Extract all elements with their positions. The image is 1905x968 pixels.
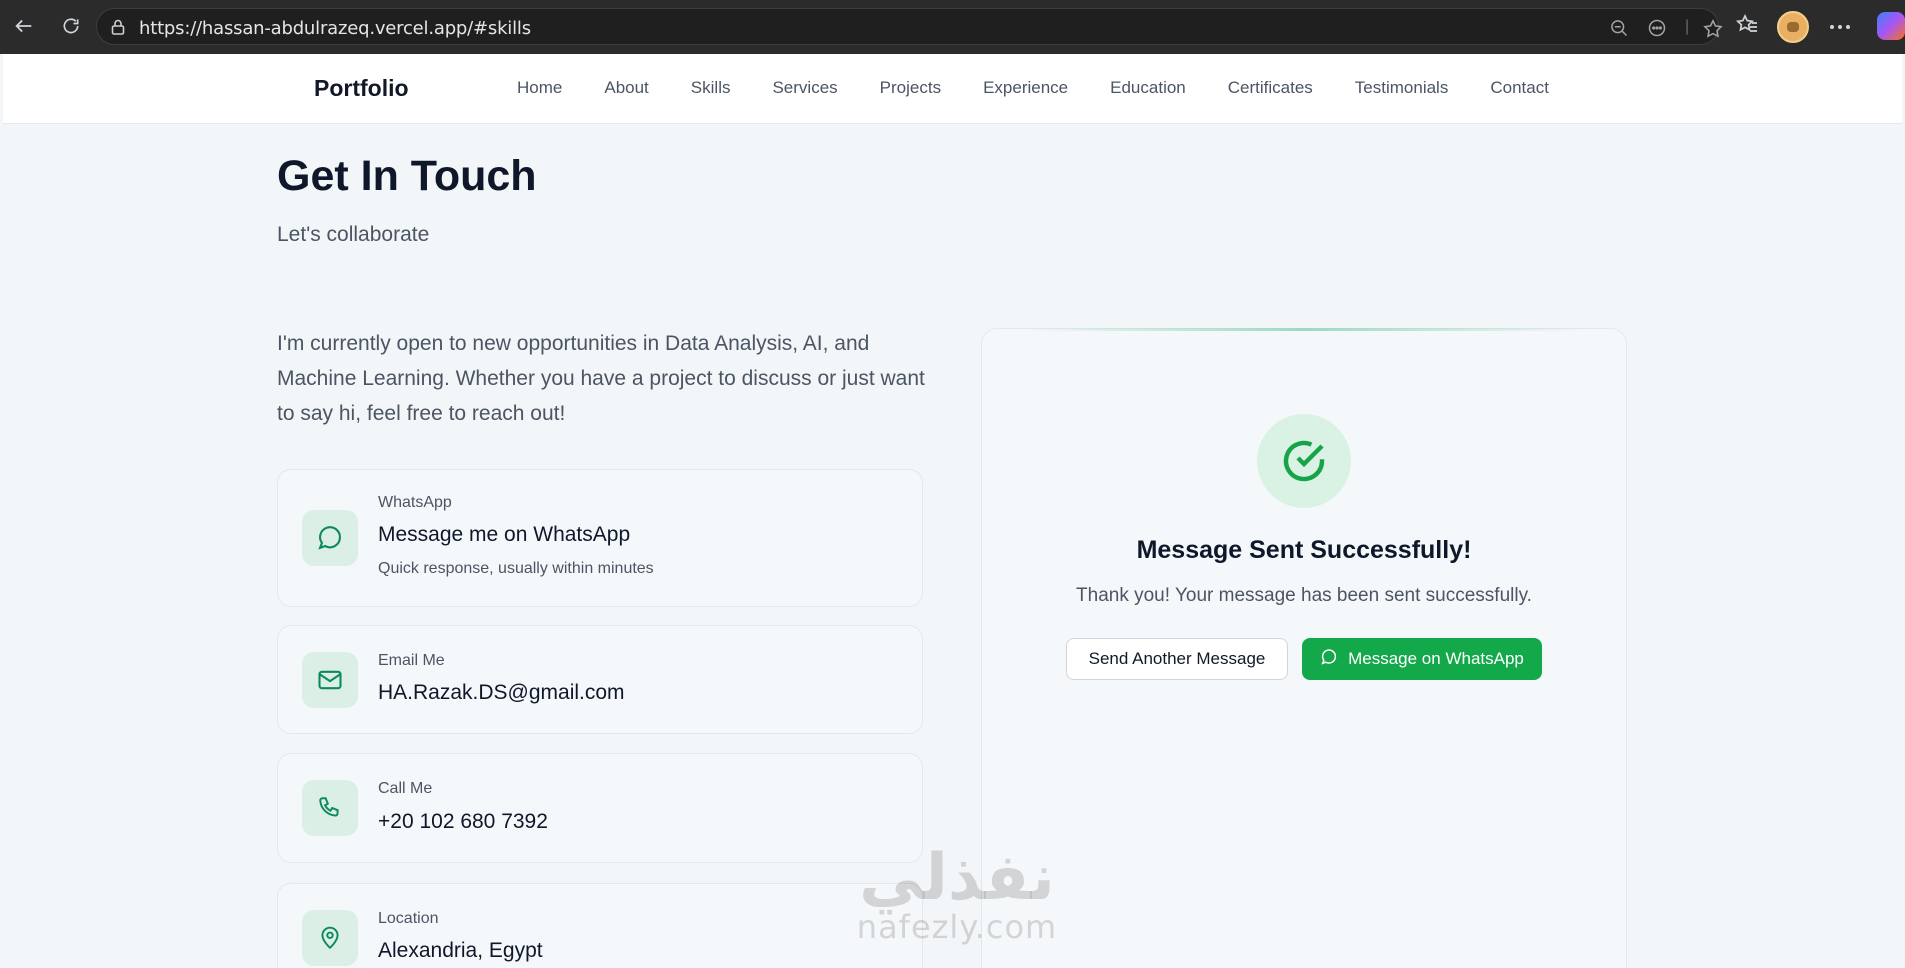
nav-link-projects[interactable]: Projects xyxy=(880,78,941,98)
whatsapp-icon xyxy=(302,510,358,566)
whatsapp-icon xyxy=(1320,648,1338,671)
card-value: +20 102 680 7392 xyxy=(378,810,548,833)
nav-link-experience[interactable]: Experience xyxy=(983,78,1068,98)
reading-icon[interactable] xyxy=(1647,18,1667,43)
site-navbar: Portfolio Home About Skills Services Pro… xyxy=(3,54,1902,124)
back-icon[interactable] xyxy=(10,12,38,40)
whatsapp-button-label: Message on WhatsApp xyxy=(1348,649,1524,668)
card-value: HA.Razak.DS@gmail.com xyxy=(378,681,625,704)
watermark-latin: nafezly.com xyxy=(856,908,1058,946)
check-circle-icon xyxy=(1257,414,1351,508)
phone-icon xyxy=(302,780,358,836)
section-title: Get In Touch xyxy=(277,152,537,200)
watermark: نفذلي nafezly.com xyxy=(842,846,1072,944)
card-note: Quick response, usually within minutes xyxy=(378,560,654,577)
nav-link-home[interactable]: Home xyxy=(517,78,562,98)
nav-link-services[interactable]: Services xyxy=(772,78,837,98)
mail-icon xyxy=(302,652,358,708)
nav-link-about[interactable]: About xyxy=(604,78,648,98)
lock-icon[interactable] xyxy=(111,19,125,40)
success-title: Message Sent Successfully! xyxy=(1136,536,1472,564)
card-label: Email Me xyxy=(378,652,445,669)
section-subtitle: Let's collaborate xyxy=(277,223,430,246)
copilot-icon[interactable] xyxy=(1877,12,1905,40)
whatsapp-button[interactable]: Message on WhatsApp xyxy=(1302,638,1542,680)
send-another-button[interactable]: Send Another Message xyxy=(1066,638,1288,680)
email-card[interactable]: Email Me HA.Razak.DS@gmail.com xyxy=(277,625,923,734)
divider: | xyxy=(1685,18,1690,35)
card-label: Location xyxy=(378,910,439,927)
star-icon[interactable] xyxy=(1702,18,1724,45)
browser-toolbar: https://hassan-abdulrazeq.vercel.app/#sk… xyxy=(0,0,1905,54)
brand-logo[interactable]: Portfolio xyxy=(314,75,409,102)
card-value: Alexandria, Egypt xyxy=(378,939,543,962)
card-label: WhatsApp xyxy=(378,494,452,511)
profile-avatar[interactable] xyxy=(1777,11,1809,43)
card-label: Call Me xyxy=(378,780,433,797)
nav-link-certificates[interactable]: Certificates xyxy=(1228,78,1313,98)
map-pin-icon xyxy=(302,910,358,966)
phone-card[interactable]: Call Me +20 102 680 7392 xyxy=(277,753,923,863)
whatsapp-card[interactable]: WhatsApp Message me on WhatsApp Quick re… xyxy=(277,469,923,607)
panel-accent-line xyxy=(1022,328,1588,331)
success-text: Thank you! Your message has been sent su… xyxy=(1076,585,1532,606)
nav-link-contact[interactable]: Contact xyxy=(1490,78,1549,98)
nav-link-education[interactable]: Education xyxy=(1110,78,1186,98)
watermark-arabic: نفذلي xyxy=(859,841,1055,915)
card-value: Message me on WhatsApp xyxy=(378,523,631,546)
url-text[interactable]: https://hassan-abdulrazeq.vercel.app/#sk… xyxy=(139,18,531,39)
favorites-icon[interactable] xyxy=(1735,13,1759,42)
more-icon[interactable] xyxy=(1829,18,1851,36)
zoom-icon[interactable] xyxy=(1609,18,1629,43)
nav-link-skills[interactable]: Skills xyxy=(691,78,731,98)
reload-icon[interactable] xyxy=(57,12,85,40)
nav-link-testimonials[interactable]: Testimonials xyxy=(1355,78,1449,98)
address-bar[interactable]: https://hassan-abdulrazeq.vercel.app/#sk… xyxy=(96,8,1723,45)
nav-menu: Home About Skills Services Projects Expe… xyxy=(517,78,1549,98)
contact-intro: I'm currently open to new opportunities … xyxy=(277,332,925,425)
location-card[interactable]: Location Alexandria, Egypt xyxy=(277,883,923,968)
